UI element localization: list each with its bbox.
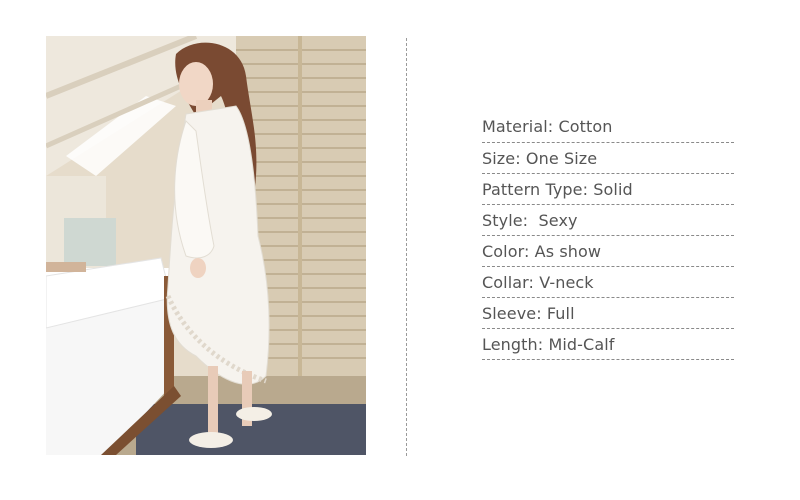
spec-sleeve: Sleeve: Full — [482, 298, 734, 329]
cabinet — [64, 218, 116, 266]
spec-material: Material: Cotton — [482, 112, 734, 143]
spec-pattern-type: Pattern Type: Solid — [482, 174, 734, 205]
spec-length: Length: Mid-Calf — [482, 329, 734, 360]
product-photo — [46, 36, 366, 455]
spec-color: Color: As show — [482, 236, 734, 267]
vertical-divider — [406, 38, 407, 456]
spec-collar: Collar: V-neck — [482, 267, 734, 298]
spec-size: Size: One Size — [482, 143, 734, 174]
product-spec-list: Material: Cotton Size: One Size Pattern … — [482, 112, 734, 360]
spec-style: Style: Sexy — [482, 205, 734, 236]
product-photo-illustration — [46, 36, 366, 455]
